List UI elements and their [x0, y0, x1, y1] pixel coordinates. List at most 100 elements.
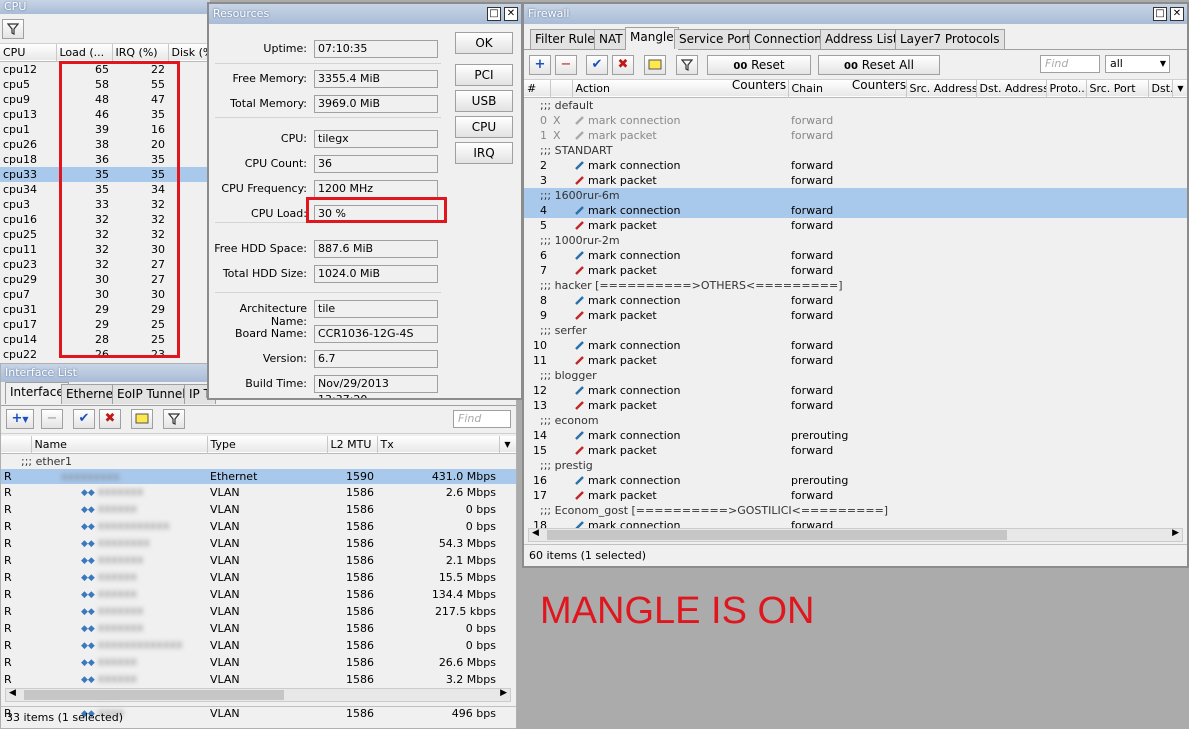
remove-button[interactable]: − — [41, 409, 63, 429]
table-row[interactable]: 8 mark connection forward — [524, 293, 1187, 308]
table-row[interactable]: R ◆◆ xxxxxx VLAN 1586 3.2 Mbps — [1, 671, 516, 688]
table-row[interactable]: R ◆◆ xxxxxxx VLAN 1586 2.6 Mbps — [1, 484, 516, 501]
col-load[interactable]: Load (... — [56, 44, 113, 61]
col-disk[interactable]: Disk (%) — [168, 44, 210, 61]
table-row[interactable]: 14 mark connection prerouting — [524, 428, 1187, 443]
tab-nat[interactable]: NAT — [594, 29, 628, 49]
scroll-thumb[interactable] — [547, 530, 1007, 540]
rule-comment[interactable]: ;;; Econom_gost [==========>GOSTILICI<==… — [524, 503, 1187, 518]
enable-button[interactable]: ✔ — [586, 55, 608, 75]
scroll-left-icon[interactable]: ◀ — [9, 688, 16, 698]
table-row[interactable]: 5 mark packet forward — [524, 218, 1187, 233]
interface-hscrollbar[interactable]: ◀ ▶ — [5, 688, 511, 702]
scroll-right-icon[interactable]: ▶ — [1172, 528, 1179, 538]
col-l2mtu[interactable]: L2 MTU — [327, 436, 378, 453]
table-row[interactable]: R ◆◆ xxxxxxxxxxxxx VLAN 1586 0 bps — [1, 637, 516, 654]
table-row[interactable]: Rxxxxxxxxx Ethernet 1590 431.0 Mbps — [1, 468, 516, 484]
cpu-button[interactable]: CPU — [455, 116, 513, 138]
irq-button[interactable]: IRQ — [455, 142, 513, 164]
scroll-left-icon[interactable]: ◀ — [532, 528, 539, 538]
table-row[interactable]: 17 mark packet forward — [524, 488, 1187, 503]
table-row[interactable]: R ◆◆ xxxxxxx VLAN 1586 2.1 Mbps — [1, 552, 516, 569]
col-flags[interactable] — [550, 80, 573, 97]
rule-comment[interactable]: ;;; serfer — [524, 323, 1187, 338]
table-row[interactable]: 7 mark packet forward — [524, 263, 1187, 278]
table-row[interactable]: 12 mark connection forward — [524, 383, 1187, 398]
enable-button[interactable]: ✔ — [73, 409, 95, 429]
col-src-address[interactable]: Src. Address — [906, 80, 977, 97]
rule-comment[interactable]: ;;; econom — [524, 413, 1187, 428]
disable-button[interactable]: ✖ — [612, 55, 634, 75]
table-row[interactable]: 13 mark packet forward — [524, 398, 1187, 413]
table-row[interactable]: R ◆◆ xxxxxx VLAN 1586 134.4 Mbps — [1, 586, 516, 603]
rule-comment[interactable]: ;;; STANDART — [524, 143, 1187, 158]
table-row[interactable]: 2 mark connection forward — [524, 158, 1187, 173]
table-row[interactable]: R ◆◆ xxxxxx VLAN 1586 26.6 Mbps — [1, 654, 516, 671]
table-row[interactable]: R ◆◆ xxxxxxxx VLAN 1586 54.3 Mbps — [1, 535, 516, 552]
add-button[interactable]: + — [529, 55, 551, 75]
rule-comment[interactable]: ;;; blogger — [524, 368, 1187, 383]
column-dropdown-icon[interactable]: ▼ — [1172, 80, 1187, 97]
table-row[interactable]: R ◆◆ xxxxxxxxxxx VLAN 1586 0 bps — [1, 518, 516, 535]
tab-layer7-protocols[interactable]: Layer7 Protocols — [895, 29, 1005, 49]
scroll-thumb[interactable] — [24, 690, 284, 700]
table-row[interactable]: R ◆◆ xxxxxxx VLAN 1586 0 bps — [1, 620, 516, 637]
firewall-find-input[interactable]: Find — [1040, 55, 1100, 73]
usb-button[interactable]: USB — [455, 90, 513, 112]
reset-all-counters-button[interactable]: 00 Reset All Counters — [818, 55, 940, 92]
table-row[interactable]: 15 mark packet forward — [524, 443, 1187, 458]
col-dst-address[interactable]: Dst. Address — [976, 80, 1047, 97]
table-row[interactable]: 6 mark connection forward — [524, 248, 1187, 263]
tab-eoip-tunnel[interactable]: EoIP Tunnel — [112, 384, 191, 404]
rule-comment[interactable]: ;;; default — [524, 97, 1187, 113]
table-row[interactable]: 10 mark connection forward — [524, 338, 1187, 353]
pci-button[interactable]: PCI — [455, 64, 513, 86]
table-row[interactable]: 3 mark packet forward — [524, 173, 1187, 188]
table-row[interactable]: 1 Xmark packet forward — [524, 128, 1187, 143]
interface-find-input[interactable]: Find — [453, 410, 511, 428]
table-row[interactable]: 4 mark connection forward — [524, 202, 1187, 218]
rule-chain: prerouting — [791, 473, 849, 487]
table-row[interactable]: 11 mark packet forward — [524, 353, 1187, 368]
col-cpu[interactable]: CPU — [0, 44, 57, 61]
comment-button[interactable] — [644, 55, 666, 75]
table-row[interactable]: 0 Xmark connection forward — [524, 113, 1187, 128]
col-tx[interactable]: Tx — [377, 436, 500, 453]
tab-interface[interactable]: Interface — [5, 382, 69, 404]
rule-comment[interactable]: ;;; 1000rur-2m — [524, 233, 1187, 248]
maximize-button[interactable]: □ — [1153, 7, 1167, 21]
table-row[interactable]: R ◆◆ xxxxxxx VLAN 1586 217.5 kbps — [1, 603, 516, 620]
table-row[interactable]: R ◆◆ xxxxxx VLAN 1586 15.5 Mbps — [1, 569, 516, 586]
reset-counters-button[interactable]: 00 Reset Counters — [707, 55, 811, 92]
close-button[interactable]: ✕ — [1170, 7, 1184, 21]
disable-button[interactable]: ✖ — [99, 409, 121, 429]
col-protocol[interactable]: Proto... — [1046, 80, 1087, 97]
filter-button[interactable] — [2, 19, 24, 39]
rule-comment[interactable]: ;;; prestig — [524, 458, 1187, 473]
col-number[interactable]: # — [524, 80, 551, 97]
filter-button[interactable] — [676, 55, 698, 75]
col-name[interactable]: Name — [31, 436, 208, 453]
maximize-button[interactable]: □ — [487, 7, 501, 21]
col-dst-port[interactable]: Dst. — [1148, 80, 1173, 97]
table-row[interactable]: R ◆◆ xxxxxx VLAN 1586 0 bps — [1, 501, 516, 518]
add-button[interactable]: +▼ — [6, 409, 34, 429]
rule-comment[interactable]: ;;; hacker [==========>OTHERS<=========] — [524, 278, 1187, 293]
remove-button[interactable]: − — [555, 55, 577, 75]
col-flag[interactable] — [1, 436, 32, 453]
table-row[interactable]: 9 mark packet forward — [524, 308, 1187, 323]
filter-button[interactable] — [163, 409, 185, 429]
comment-button[interactable] — [131, 409, 153, 429]
col-src-port[interactable]: Src. Port — [1086, 80, 1149, 97]
close-button[interactable]: ✕ — [504, 7, 518, 21]
rule-comment[interactable]: ;;; 1600rur-6m — [524, 187, 1187, 203]
ok-button[interactable]: OK — [455, 32, 513, 54]
firewall-hscrollbar[interactable]: ◀ ▶ — [528, 528, 1183, 542]
tab-mangle[interactable]: Mangle — [625, 27, 679, 50]
scroll-right-icon[interactable]: ▶ — [500, 688, 507, 698]
column-dropdown-icon[interactable]: ▼ — [499, 436, 516, 453]
col-irq[interactable]: IRQ (%) — [112, 44, 169, 61]
table-row[interactable]: 16 mark connection prerouting — [524, 473, 1187, 488]
col-type[interactable]: Type — [207, 436, 328, 453]
firewall-filter-select[interactable]: all ▼ — [1105, 55, 1170, 73]
